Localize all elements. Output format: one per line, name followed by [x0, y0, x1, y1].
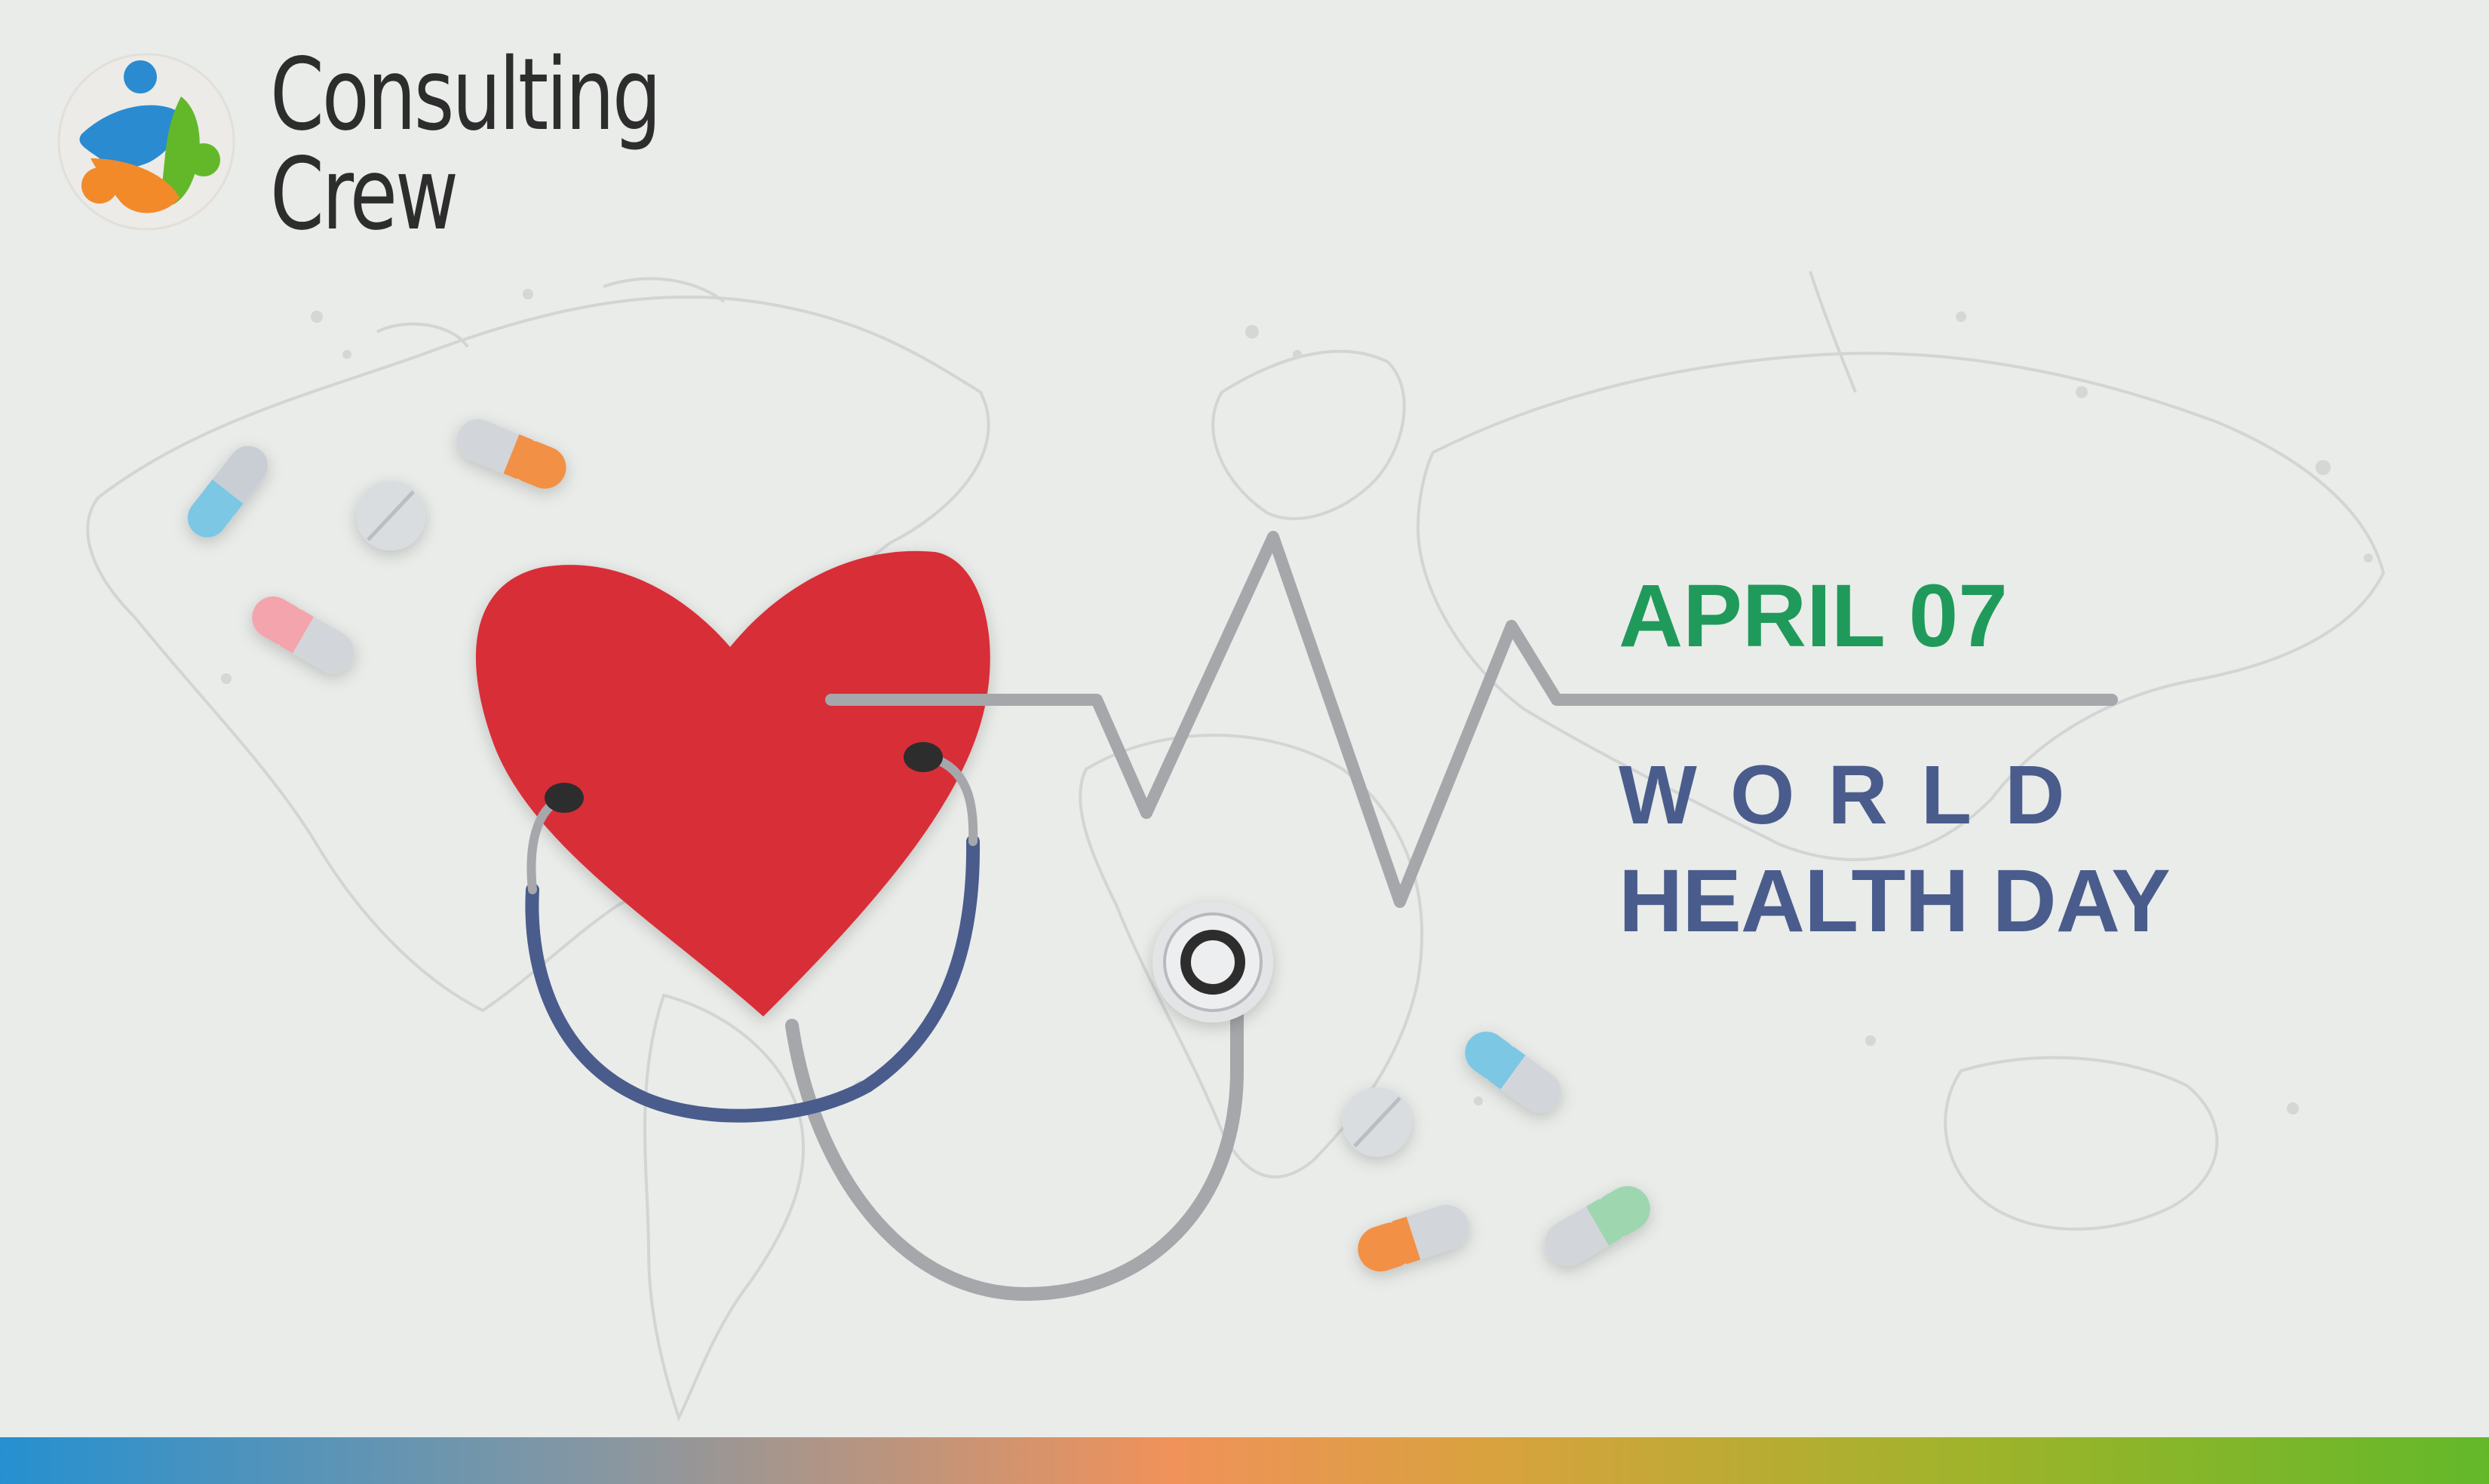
- consulting-crew-logo-icon: [57, 53, 235, 231]
- brand-name-line2: Crew: [270, 136, 459, 253]
- tablet-white: [356, 481, 425, 550]
- tablet-white: [1343, 1087, 1412, 1157]
- event-title-line1: WORLD: [1619, 749, 2098, 842]
- capsule-pink: [252, 596, 354, 673]
- capsule-blue: [187, 446, 269, 538]
- capsule-orange: [1358, 1204, 1469, 1272]
- capsule-orange: [456, 419, 566, 489]
- brand-name-line1: Consulting: [270, 37, 661, 153]
- event-title-line2: HEALTH DAY: [1619, 851, 2171, 951]
- brand-name: Consulting Crew: [270, 37, 661, 253]
- gradient-footer-bar: [0, 1437, 2489, 1484]
- capsule-cyan: [1465, 1032, 1561, 1113]
- event-date: APRIL 07: [1619, 566, 2008, 666]
- heart-icon: [475, 550, 990, 1016]
- capsule-green: [1545, 1186, 1650, 1266]
- event-title: WORLD HEALTH DAY: [1619, 747, 2171, 958]
- world-health-day-banner: Consulting Crew APRIL 07 WORLD HEALTH DA…: [0, 0, 2489, 1484]
